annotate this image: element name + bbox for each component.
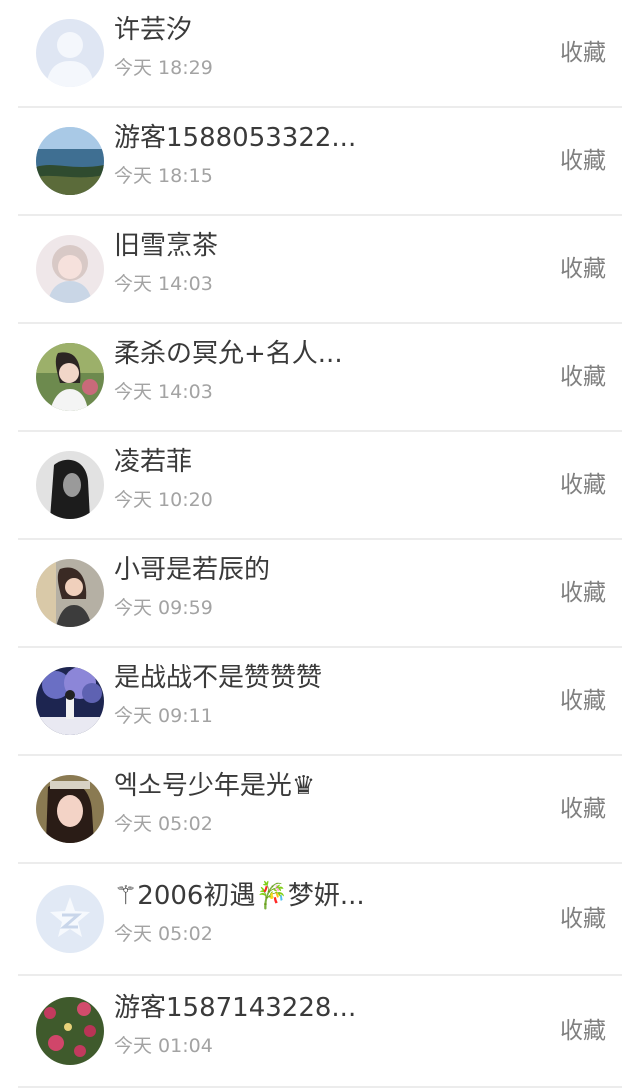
list-item[interactable]: 小哥是若辰的 今天 09:59 收藏 (18, 540, 622, 648)
contact-list: 许芸汐 今天 18:29 收藏 游客1588053322... 今天 18:15… (0, 0, 640, 1088)
contact-time: 今天 05:02 (114, 923, 213, 945)
favorite-button[interactable]: 收藏 (560, 361, 606, 393)
contact-name: 游客1587143228... (114, 993, 357, 1023)
favorite-button[interactable]: 收藏 (560, 685, 606, 717)
avatar[interactable] (36, 19, 104, 87)
contact-time: 今天 10:20 (114, 489, 213, 511)
list-item[interactable]: 游客1587143228... 今天 01:04 收藏 (18, 976, 622, 1088)
contact-time: 今天 09:11 (114, 705, 213, 727)
girl-room-avatar-image (36, 559, 104, 627)
contact-name: 柔杀の冥允+名人... (114, 339, 343, 369)
contact-name: 旧雪烹茶 (114, 231, 219, 261)
contact-name: 游客1588053322... (114, 123, 357, 153)
list-item[interactable]: 엑소号少年是光♛ 今天 05:02 收藏 (18, 756, 622, 864)
contact-name: 许芸汐 (114, 15, 193, 45)
contact-name: ⚚2006初遇🎋梦妍... (114, 881, 365, 911)
girl-portrait-avatar-image (36, 235, 104, 303)
default-logo-icon (36, 885, 104, 953)
contact-name: 凌若菲 (114, 447, 193, 477)
avatar[interactable] (36, 559, 104, 627)
favorite-button[interactable]: 收藏 (560, 903, 606, 935)
list-item[interactable]: 游客1588053322... 今天 18:15 收藏 (18, 108, 622, 216)
favorite-button[interactable]: 收藏 (560, 793, 606, 825)
favorite-button[interactable]: 收藏 (560, 577, 606, 609)
list-item[interactable]: 是战战不是赞赞赞 今天 09:11 收藏 (18, 648, 622, 756)
girl-garden-avatar-image (36, 343, 104, 411)
contact-name: 엑소号少年是光♛ (114, 771, 316, 801)
contact-time: 今天 01:04 (114, 1035, 213, 1057)
avatar[interactable] (36, 667, 104, 735)
contact-name: 是战战不是赞赞赞 (114, 663, 323, 693)
default-person-icon (36, 19, 104, 87)
favorite-button[interactable]: 收藏 (560, 1015, 606, 1047)
dark-portrait-avatar-image (36, 451, 104, 519)
list-item[interactable]: 凌若菲 今天 10:20 收藏 (18, 432, 622, 540)
list-item[interactable]: 许芸汐 今天 18:29 收藏 (18, 0, 622, 108)
avatar[interactable] (36, 343, 104, 411)
contact-time: 今天 05:02 (114, 813, 213, 835)
roses-avatar-image (36, 997, 104, 1065)
avatar[interactable] (36, 235, 104, 303)
contact-time: 今天 14:03 (114, 381, 213, 403)
contact-time: 今天 09:59 (114, 597, 213, 619)
seaside-avatar-image (36, 127, 104, 195)
favorite-button[interactable]: 收藏 (560, 469, 606, 501)
avatar[interactable] (36, 885, 104, 953)
list-item[interactable]: 旧雪烹茶 今天 14:03 收藏 (18, 216, 622, 324)
avatar[interactable] (36, 775, 104, 843)
favorite-button[interactable]: 收藏 (560, 145, 606, 177)
contact-time: 今天 14:03 (114, 273, 213, 295)
night-tree-avatar-image (36, 667, 104, 735)
favorite-button[interactable]: 收藏 (560, 253, 606, 285)
list-item[interactable]: ⚚2006初遇🎋梦妍... 今天 05:02 收藏 (18, 864, 622, 976)
favorite-button[interactable]: 收藏 (560, 37, 606, 69)
avatar[interactable] (36, 451, 104, 519)
contact-name: 小哥是若辰的 (114, 555, 271, 585)
girl-closeup-avatar-image (36, 775, 104, 843)
avatar[interactable] (36, 127, 104, 195)
list-item[interactable]: 柔杀の冥允+名人... 今天 14:03 收藏 (18, 324, 622, 432)
contact-time: 今天 18:15 (114, 165, 213, 187)
avatar[interactable] (36, 997, 104, 1065)
contact-time: 今天 18:29 (114, 57, 213, 79)
